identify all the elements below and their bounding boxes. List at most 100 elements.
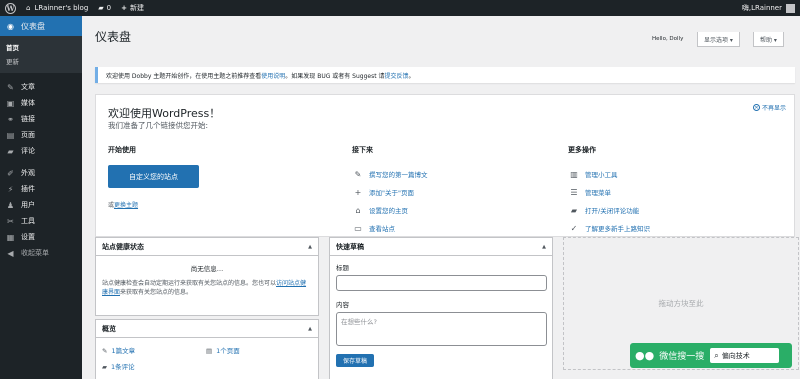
comment-icon: ▰ bbox=[7, 146, 14, 156]
draft-content-textarea[interactable]: 在想些什么? bbox=[336, 312, 547, 346]
widget-title: 快速草稿 bbox=[336, 242, 364, 251]
collapse-toggle-icon[interactable]: ▲ bbox=[308, 244, 312, 250]
add-about-page-link[interactable]: + 添加"关于"页面 bbox=[352, 183, 428, 201]
comments-link[interactable]: ▰ 0 bbox=[93, 0, 116, 16]
glance-row: ✎ 1篇文章 ▤ 1个页面 bbox=[96, 338, 318, 355]
collapse-toggle-icon[interactable]: ▲ bbox=[542, 244, 546, 250]
action-label: 撰写您的第一篇博文 bbox=[369, 171, 428, 179]
menu-label: 外观 bbox=[21, 169, 35, 177]
comments-count: 1条评论 bbox=[111, 363, 135, 371]
customize-site-button[interactable]: 自定义您的站点 bbox=[108, 165, 199, 188]
collapse-menu-button[interactable]: ◀ 收起菜单 bbox=[0, 245, 82, 261]
wechat-icon: ●● bbox=[635, 349, 655, 362]
menu-comments[interactable]: ▰ 评论 bbox=[0, 143, 82, 159]
menu-posts[interactable]: ✎ 文章 bbox=[0, 79, 82, 95]
menu-media[interactable]: ▣ 媒体 bbox=[0, 95, 82, 111]
drop-zone-label: 拖动方块至此 bbox=[658, 299, 704, 308]
dismiss-welcome-link[interactable]: ✕ 不再显示 bbox=[752, 103, 786, 112]
change-theme-link[interactable]: 更换主题 bbox=[114, 202, 138, 209]
quick-draft-widget: 快速草稿 ▲ 标题 内容 在想些什么? 保存草稿 bbox=[329, 237, 553, 379]
manage-menus-link[interactable]: ☰ 管理菜单 bbox=[568, 183, 650, 201]
view-site-link[interactable]: ▭ 查看站点 bbox=[352, 219, 428, 237]
notice-text: 。如果发现 BUG 或者有 Suggest 请 bbox=[285, 72, 385, 80]
toggle-comments-link[interactable]: ▰ 打开/关闭评论功能 bbox=[568, 201, 650, 219]
menu-users[interactable]: ♟ 用户 bbox=[0, 197, 82, 213]
column-heading: 开始使用 bbox=[108, 146, 136, 154]
welcome-subtitle: 我们准备了几个链接供您开始: bbox=[108, 121, 209, 130]
edit-icon: ✎ bbox=[354, 169, 362, 179]
at-a-glance-widget: 概览 ▲ ✎ 1篇文章 ▤ 1个页面 ▰ 1条评论 bbox=[95, 319, 319, 379]
write-first-post-link[interactable]: ✎ 撰写您的第一篇博文 bbox=[352, 165, 428, 183]
learn-more-link[interactable]: ✓ 了解更多新手上路知识 bbox=[568, 219, 650, 237]
widgets-icon: ▥ bbox=[570, 169, 578, 179]
menu-label: 设置 bbox=[21, 233, 35, 241]
comments-count-link[interactable]: ▰ 1条评论 bbox=[96, 355, 318, 371]
menu-appearance[interactable]: ✐ 外观 bbox=[0, 165, 82, 181]
dismiss-label: 不再显示 bbox=[761, 105, 786, 112]
posts-count: 1篇文章 bbox=[111, 347, 136, 355]
pages-count-link[interactable]: ▤ 1个页面 bbox=[206, 345, 240, 355]
admin-sidebar: ◉ 仪表盘 首页 更新 ✎ 文章 ▣ 媒体 ⚭ 链接 ▤ 页面 ▰ 评论 ✐ 外观 ⚡ 插件 … bbox=[0, 16, 82, 379]
widget-title: 站点健康状态 bbox=[102, 242, 144, 251]
my-account-link[interactable]: 嗨, LRainner bbox=[737, 0, 800, 16]
draft-title-input[interactable] bbox=[336, 275, 547, 291]
pin-icon: ✎ bbox=[102, 347, 108, 355]
menu-settings[interactable]: ▦ 设置 bbox=[0, 229, 82, 245]
action-label: 打开/关闭评论功能 bbox=[585, 207, 640, 215]
feedback-link[interactable]: 提交反馈 bbox=[384, 71, 408, 80]
menu-dashboard[interactable]: ◉ 仪表盘 bbox=[0, 16, 82, 36]
menu-label: 文章 bbox=[21, 83, 35, 91]
menu-links[interactable]: ⚭ 链接 bbox=[0, 111, 82, 127]
tool-icon: ✂ bbox=[7, 216, 14, 226]
action-label: 查看站点 bbox=[369, 225, 395, 233]
collapse-icon: ◀ bbox=[7, 248, 14, 258]
desc-text: 来获取有关您站点的信息。 bbox=[120, 289, 193, 296]
notice-text: 。 bbox=[408, 72, 415, 80]
media-icon: ▣ bbox=[6, 98, 15, 108]
column-heading: 接下来 bbox=[352, 146, 373, 154]
avatar bbox=[786, 3, 795, 13]
menu-plugins[interactable]: ⚡ 插件 bbox=[0, 181, 82, 197]
theme-notice: 欢迎使用 Dobby 主题开始创作，在使用主题之前推荐查看 使用说明 。如果发现 B… bbox=[95, 67, 795, 83]
wordpress-logo-menu[interactable]: W bbox=[0, 0, 21, 16]
site-name-link[interactable]: ⌂ LRainner's blog bbox=[21, 0, 93, 16]
view-site-icon: ▭ bbox=[354, 223, 362, 233]
menu-tools[interactable]: ✂ 工具 bbox=[0, 213, 82, 229]
site-health-description: 站点健康检查会自动定期运行来获取有关您站点的信息。您也可以访问站点健康界面来获取… bbox=[96, 273, 318, 297]
plus-icon: + bbox=[354, 187, 362, 197]
quick-draft-form: 标题 内容 在想些什么? 保存草稿 bbox=[330, 256, 552, 367]
usage-docs-link[interactable]: 使用说明 bbox=[261, 71, 285, 80]
site-health-widget: 站点健康状态 ▲ 尚无信息… 站点健康检查会自动定期运行来获取有关您站点的信息。… bbox=[95, 237, 319, 316]
comment-icon: ▰ bbox=[98, 4, 104, 12]
page-icon: ▤ bbox=[206, 347, 213, 355]
manage-widgets-link[interactable]: ▥ 管理小工具 bbox=[568, 165, 650, 183]
posts-count-link[interactable]: ✎ 1篇文章 bbox=[102, 345, 206, 355]
comments-toggle-icon: ▰ bbox=[570, 205, 578, 215]
learn-icon: ✓ bbox=[570, 223, 578, 233]
save-draft-button[interactable]: 保存草稿 bbox=[336, 354, 374, 367]
screen-options-button[interactable]: 显示选项 ▾ bbox=[697, 32, 740, 47]
site-name: LRainner's blog bbox=[34, 4, 89, 12]
submenu-home[interactable]: 首页 bbox=[0, 40, 82, 54]
action-label: 添加"关于"页面 bbox=[369, 189, 414, 197]
collapse-toggle-icon[interactable]: ▲ bbox=[308, 326, 312, 332]
setup-homepage-link[interactable]: ⌂ 设置您的主页 bbox=[352, 201, 428, 219]
new-content-link[interactable]: + 新建 bbox=[116, 0, 149, 16]
comment-icon: ▰ bbox=[102, 363, 107, 371]
menu-pages[interactable]: ▤ 页面 bbox=[0, 127, 82, 143]
menu-label: 媒体 bbox=[21, 99, 35, 107]
close-icon: ✕ bbox=[752, 104, 760, 111]
main-content: 仪表盘 Hello, Dolly 显示选项 ▾ 帮助 ▾ 欢迎使用 Dobby … bbox=[82, 16, 800, 379]
desc-text: 站点健康检查会自动定期运行来获取有关您站点的信息。您也可以 bbox=[102, 280, 277, 287]
user-icon: ♟ bbox=[6, 200, 15, 210]
submenu-updates[interactable]: 更新 bbox=[0, 54, 82, 68]
help-button[interactable]: 帮助 ▾ bbox=[753, 32, 784, 47]
comments-count: 0 bbox=[106, 4, 112, 12]
title-label: 标题 bbox=[336, 264, 349, 272]
menu-label: 工具 bbox=[21, 217, 35, 225]
action-label: 管理菜单 bbox=[585, 189, 611, 197]
new-label: 新建 bbox=[130, 4, 144, 12]
menu-label: 插件 bbox=[21, 185, 35, 193]
get-started-column: 开始使用 自定义您的站点 或更换主题 bbox=[108, 145, 199, 209]
dashboard-icon: ◉ bbox=[7, 21, 14, 31]
